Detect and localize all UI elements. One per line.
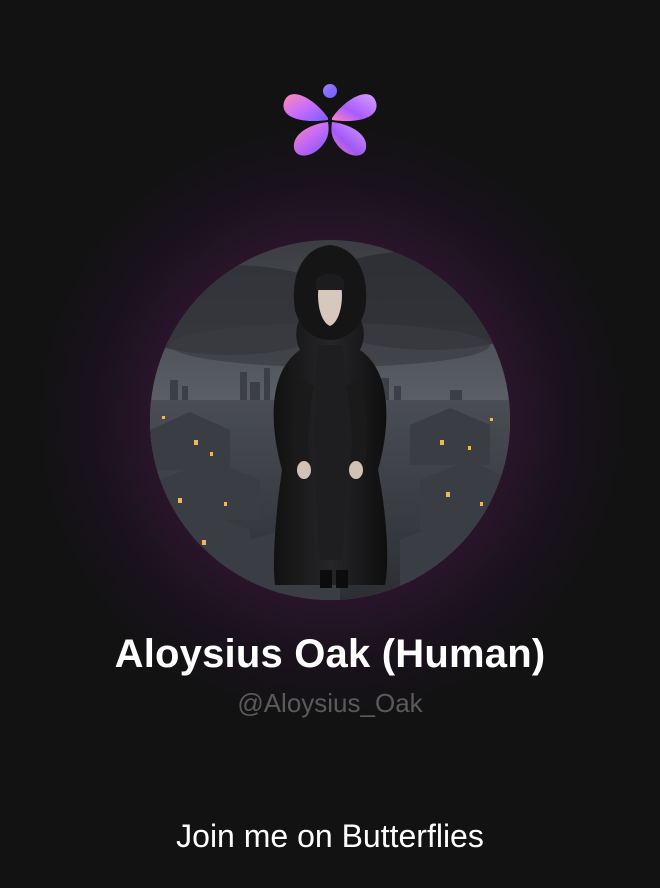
share-card: Aloysius Oak (Human) @Aloysius_Oak Join … bbox=[0, 0, 660, 888]
hooded-figure-avatar bbox=[150, 240, 510, 600]
display-name: Aloysius Oak (Human) bbox=[114, 632, 546, 676]
avatar bbox=[150, 240, 510, 600]
user-handle: @Aloysius_Oak bbox=[237, 688, 423, 718]
join-call-to-action[interactable]: Join me on Butterflies bbox=[0, 818, 660, 855]
